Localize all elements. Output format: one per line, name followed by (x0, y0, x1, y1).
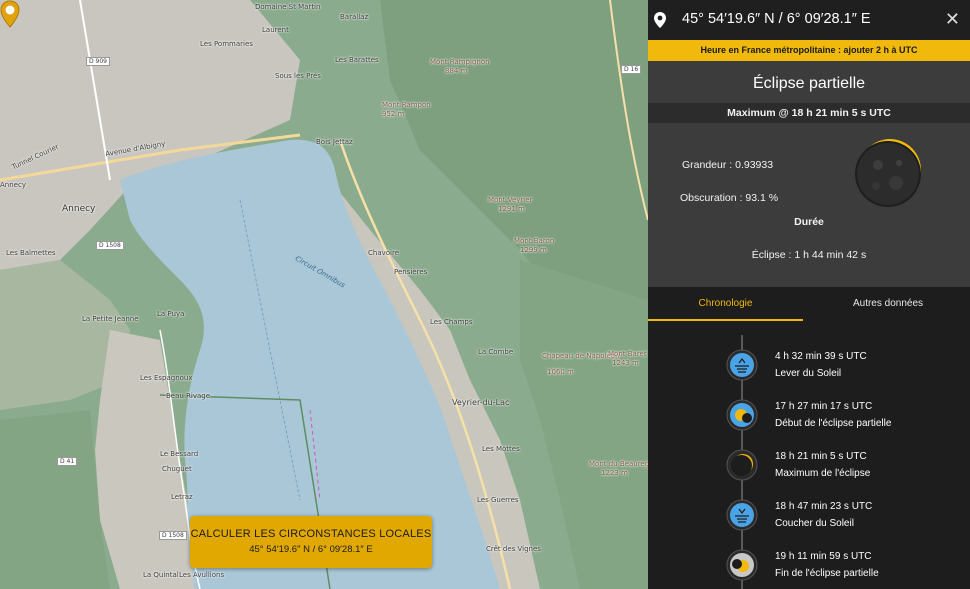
sunrise-icon (726, 349, 758, 381)
timeline: 4 h 32 min 39 s UTC Lever du Soleil 17 h… (648, 321, 970, 589)
map-label-peak-rampignon-alt: 884 m (445, 67, 468, 75)
timeline-label: Début de l'éclipse partielle (775, 418, 892, 429)
map-label-quintal: La Quintal (143, 571, 179, 579)
timeline-time: 19 h 11 min 59 s UTC (775, 551, 872, 562)
location-marker-icon (654, 12, 666, 28)
map-label-letraz: Letraz (171, 493, 193, 501)
timeline-label: Fin de l'éclipse partielle (775, 568, 879, 579)
map-label-barallaz: Barallaz (340, 13, 369, 21)
map-label-bois-jettaz: Bois Jettaz (316, 138, 353, 146)
timeline-item: 4 h 32 min 39 s UTC Lever du Soleil (726, 349, 966, 389)
maximum-time-bar: Maximum @ 18 h 21 min 5 s UTC (648, 103, 970, 123)
map-label-cret-vignes: Crêt des Vignes (486, 545, 541, 553)
map-view[interactable]: Annecy Annecy Domaine St Martin Laurent … (0, 0, 648, 589)
map-label-avullions: Les Avullions (179, 571, 225, 579)
map-label-peak-veyrier: Mont Veyrier (488, 196, 533, 204)
map-label-laurent: Laurent (262, 26, 289, 34)
panel-coordinates: 45° 54′19.6″ N / 6° 09′28.1″ E (682, 11, 871, 27)
map-label-la-combe: La Combe (478, 348, 514, 356)
map-label-les-champs: Les Champs (430, 318, 473, 326)
eclipse-stats: Grandeur : 0.93933 Obscuration : 93.1 % (648, 123, 970, 211)
timeline-item: 17 h 27 min 17 s UTC Début de l'éclipse … (726, 399, 966, 439)
road-badge-d16: D 16 (621, 65, 642, 74)
map-label-barattes: Les Barattes (335, 56, 379, 64)
map-label-peak-veyrier-alt: 1291 m (498, 205, 525, 213)
timeline-time: 18 h 21 min 5 s UTC (775, 451, 867, 462)
eclipse-duration: Éclipse : 1 h 44 min 42 s (751, 249, 867, 261)
map-label-peak-beauregard: Mont du Beauregard (589, 460, 648, 468)
map-label-peak-rampignon: Mont Rampignon (430, 58, 490, 66)
map-label-les-guerres: Les Guerres (477, 496, 519, 504)
map-label-peak-baret-alt: 1243 m (612, 359, 639, 367)
calculate-local-circumstances-button[interactable]: CALCULER LES CIRCONSTANCES LOCALES 45° 5… (190, 516, 432, 568)
map-label-chuguet: Chuguet (162, 465, 192, 473)
map-label-le-bessard: Le Bessard (160, 450, 199, 458)
eclipse-type-title: Éclipse partielle (752, 75, 866, 92)
map-label-peak-rampon: Mont Rampon (382, 101, 431, 109)
map-label-pommaries: Les Pommaries (200, 40, 253, 48)
map-label-peak-beauregard-alt: 1223 m (601, 469, 628, 477)
timezone-banner: Heure en France métropolitaine : ajouter… (648, 40, 970, 61)
map-label-les-mottes: Les Mottes (482, 445, 520, 453)
panel-tabs: Chronologie Autres données (648, 287, 970, 321)
map-label-balmettes: Les Balmettes (6, 249, 56, 257)
map-label-peak-chapeau-alt: 1060 m (547, 368, 574, 376)
map-label-peak-rampon-alt: 952 m (382, 110, 405, 118)
sunset-icon (726, 499, 758, 531)
map-label-beau-rivage: Beau Rivage (166, 392, 211, 400)
road-badge-d1508: D 1508 (96, 241, 124, 250)
calculate-button-label: CALCULER LES CIRCONSTANCES LOCALES (190, 528, 432, 540)
timeline-time: 17 h 27 min 17 s UTC (775, 401, 873, 412)
timeline-label: Lever du Soleil (775, 368, 842, 379)
map-label-annecy: Annecy (62, 204, 96, 214)
map-label-la-puya: La Puya (157, 310, 185, 318)
tab-chronologie[interactable]: Chronologie (648, 287, 803, 321)
close-icon[interactable]: ✕ (945, 9, 960, 30)
map-label-veyrier-lac: Veyrier-du-Lac (452, 398, 510, 407)
road-badge-d1508-south: D 1508 (159, 531, 187, 540)
map-label-chavoire: Chavoire (368, 249, 400, 257)
location-pin-icon[interactable] (0, 0, 20, 28)
map-label-peak-baron: Mont Baron (514, 237, 555, 245)
road-badge-d41: D 41 (57, 457, 78, 466)
eclipse-info-panel: 45° 54′19.6″ N / 6° 09′28.1″ E ✕ Heure e… (648, 0, 970, 589)
timeline-item: 19 h 11 min 59 s UTC Fin de l'éclipse pa… (726, 549, 966, 589)
calculate-button-coords: 45° 54′19.6″ N / 6° 09′28.1″ E (249, 544, 373, 555)
tab-autres-donnees[interactable]: Autres données (813, 287, 963, 321)
eclipse-start-icon (726, 399, 758, 431)
obscuration-value: Obscuration : 93.1 % (680, 192, 779, 204)
map-label-annecy-small: Annecy (0, 181, 26, 189)
eclipse-maximum-icon (855, 139, 921, 207)
map-label-petite-jeanne: La Petite Jeanne (82, 315, 139, 323)
duration-title: Durée (794, 216, 824, 228)
map-label-peak-baron-alt: 1299 m (520, 246, 547, 254)
map-label-espagnoux: Les Espagnoux (140, 374, 193, 382)
panel-header: 45° 54′19.6″ N / 6° 09′28.1″ E ✕ (648, 0, 970, 40)
eclipse-max-icon (726, 449, 758, 481)
timeline-item: 18 h 47 min 23 s UTC Coucher du Soleil (726, 499, 966, 539)
timeline-time: 18 h 47 min 23 s UTC (775, 501, 873, 512)
timeline-time: 4 h 32 min 39 s UTC (775, 351, 867, 362)
map-canvas[interactable] (0, 0, 648, 589)
road-badge-d909: D 909 (86, 57, 110, 66)
timeline-item: 18 h 21 min 5 s UTC Maximum de l'éclipse (726, 449, 966, 489)
timeline-label: Coucher du Soleil (775, 518, 854, 529)
map-label-pensieres: Pensières (394, 268, 428, 276)
map-label-peak-baret: Mont Baret (608, 350, 647, 358)
eclipse-end-icon (726, 549, 758, 581)
map-label-sous-pres: Sous les Prés (275, 72, 321, 80)
map-label-domaine: Domaine St Martin (255, 3, 321, 11)
timeline-label: Maximum de l'éclipse (775, 468, 871, 479)
grandeur-value: Grandeur : 0.93933 (682, 159, 774, 171)
